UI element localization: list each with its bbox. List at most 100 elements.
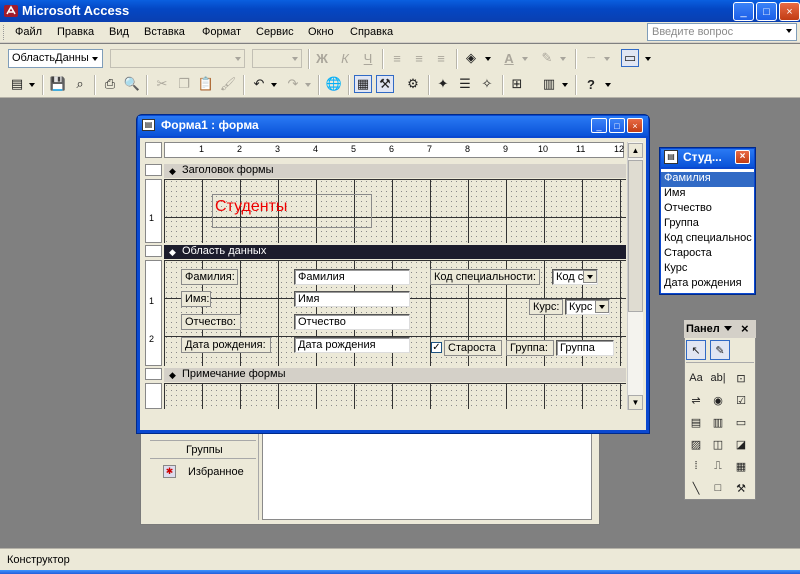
patronymic-label[interactable]: Отчество: [181,314,241,330]
more-controls-tool-icon[interactable]: ⚒ [731,478,751,498]
detail-vertical-ruler[interactable]: 1 2 [145,260,162,366]
properties-icon[interactable]: ☰ [456,75,474,93]
menu-file[interactable]: Файл [15,26,42,38]
toolbox-title-bar[interactable]: Панел × [684,320,756,338]
birthdate-field[interactable]: Дата рождения [294,337,410,353]
group-field[interactable]: Группа [556,340,614,356]
form-icon[interactable]: ▤ [142,119,155,131]
menu-grip[interactable] [3,25,6,40]
field-list-item[interactable]: Код специальнос [661,232,754,247]
line-tool-icon[interactable]: ╲ [686,478,706,498]
course-combo-button[interactable] [595,300,609,313]
combo-box-tool-icon[interactable]: ▤ [686,412,706,432]
paste-icon[interactable]: 📋 [197,75,215,93]
special-effect-icon[interactable]: ▭ [621,49,639,67]
italic-button[interactable]: К [336,49,354,67]
field-list-item[interactable]: Староста [661,247,754,262]
spec-code-combo-button[interactable] [583,270,597,283]
align-left-icon[interactable]: ≡ [388,49,406,67]
name-label[interactable]: Имя: [181,291,211,307]
save-icon[interactable]: 💾 [49,75,67,93]
menu-view[interactable]: Вид [109,26,129,38]
code-icon[interactable]: ✦ [434,75,452,93]
field-list-item[interactable]: Дата рождения [661,277,754,292]
select-objects-tool-icon[interactable]: ↖ [686,340,706,360]
ask-question-input[interactable]: Введите вопрос [647,23,797,41]
page-break-tool-icon[interactable]: ⁞ [686,456,706,476]
hyperlink-icon[interactable]: 🌐 [325,75,343,93]
fill-color-arrow-icon[interactable] [485,57,491,61]
line-width-icon[interactable]: ┈ [582,49,600,67]
builder-icon[interactable]: ✧ [478,75,496,93]
autoformat-icon[interactable]: ⚙ [404,75,422,93]
footer-section-grid[interactable] [164,383,626,409]
option-group-tool-icon[interactable]: ⊡ [731,368,751,388]
headman-label[interactable]: Староста [444,340,502,356]
subform-tool-icon[interactable]: ▦ [731,456,751,476]
command-button-tool-icon[interactable]: ▭ [731,412,751,432]
fill-color-icon[interactable]: ◈ [462,49,480,67]
surname-label[interactable]: Фамилия: [181,269,238,285]
menu-window[interactable]: Окно [308,26,334,38]
headman-checkbox[interactable]: ✓ [431,342,442,353]
nav-favorites-item[interactable]: Избранное [188,466,244,478]
menu-tools[interactable]: Сервис [256,26,294,38]
toolbox-icon[interactable]: ⚒ [376,75,394,93]
birthdate-label[interactable]: Дата рождения: [181,337,271,353]
form-title-label[interactable]: Студенты [212,194,372,228]
field-list-item[interactable]: Имя [661,187,754,202]
help-icon[interactable]: ? [582,75,600,93]
image-tool-icon[interactable]: ▨ [686,434,706,454]
textbox-tool-icon[interactable]: ab| [708,368,728,388]
course-label[interactable]: Курс: [529,299,563,315]
redo-icon[interactable]: ↷ [284,75,302,93]
format-painter-icon[interactable]: 🖌 [219,75,237,93]
search-icon[interactable]: ⌕ [71,75,89,93]
bold-button[interactable]: Ж [313,49,331,67]
checkbox-tool-icon[interactable]: ☑ [731,390,751,410]
option-button-tool-icon[interactable]: ◉ [708,390,728,410]
cut-icon[interactable]: ✂ [153,75,171,93]
maximize-button[interactable]: □ [756,2,777,21]
font-combo[interactable] [110,49,245,68]
list-box-tool-icon[interactable]: ▥ [708,412,728,432]
menu-edit[interactable]: Правка [57,26,94,38]
rectangle-tool-icon[interactable]: □ [708,478,728,498]
detail-section-bar[interactable]: ◆ Область данных [164,245,626,259]
menu-help[interactable]: Справка [350,26,393,38]
patronymic-field[interactable]: Отчество [294,314,410,330]
ask-dropdown-arrow-icon[interactable] [786,29,792,33]
surname-field[interactable]: Фамилия [294,269,410,285]
unbound-object-tool-icon[interactable]: ◫ [708,434,728,454]
bound-object-tool-icon[interactable]: ◪ [731,434,751,454]
underline-button[interactable]: Ч [359,49,377,67]
toolbox-close-button[interactable]: × [741,321,749,336]
tab-control-tool-icon[interactable]: ⎍ [708,456,728,476]
print-preview-icon[interactable]: 🔍 [123,75,141,93]
header-section-bar[interactable]: ◆ Заголовок формы [164,164,626,178]
field-list-close-button[interactable]: × [735,150,750,164]
print-icon[interactable]: ⎙ [101,75,119,93]
name-field[interactable]: Имя [294,291,410,307]
menu-insert[interactable]: Вставка [144,26,185,38]
line-color-icon[interactable]: ✎ [538,49,556,67]
align-right-icon[interactable]: ≡ [432,49,450,67]
field-list-item[interactable]: Группа [661,217,754,232]
field-list-item[interactable]: Фамилия [661,172,754,187]
form-window-title-bar[interactable]: ▤ Форма1 : форма [138,116,648,136]
minimize-button[interactable]: _ [733,2,754,21]
scroll-down-button[interactable]: ▼ [628,395,643,410]
form-selector[interactable] [145,142,162,158]
scroll-up-button[interactable]: ▲ [628,143,643,158]
close-button[interactable]: × [779,2,800,21]
new-object-arrow-icon[interactable] [562,83,568,87]
special-effect-arrow-icon[interactable] [645,57,651,61]
toolbox-options-arrow-icon[interactable] [724,326,732,331]
footer-section-bar[interactable]: ◆ Примечание формы [164,368,626,382]
form-close-button[interactable]: × [627,118,643,133]
align-center-icon[interactable]: ≡ [410,49,428,67]
control-wizards-tool-icon[interactable]: ✎ [710,340,730,360]
toggle-button-tool-icon[interactable]: ⇌ [686,390,706,410]
menu-format[interactable]: Формат [202,26,241,38]
group-label[interactable]: Группа: [506,340,554,356]
